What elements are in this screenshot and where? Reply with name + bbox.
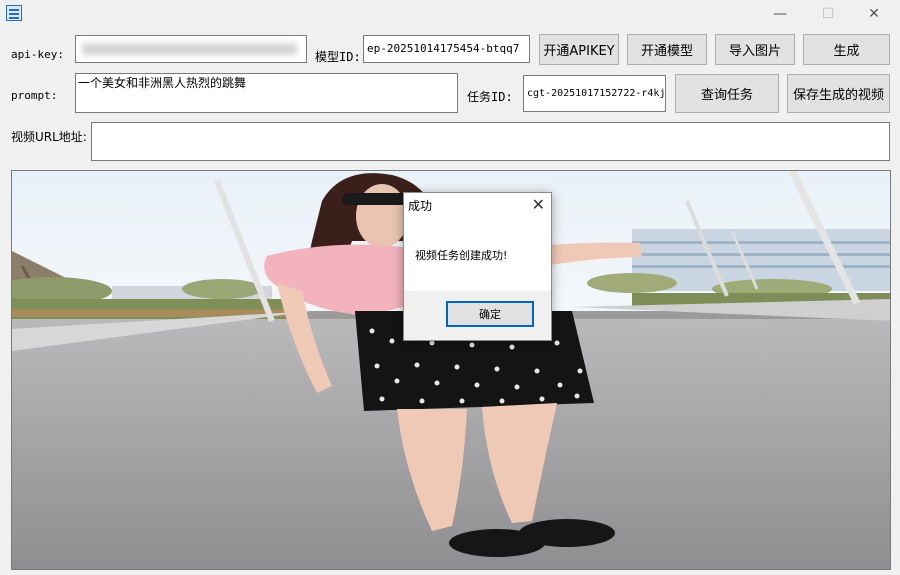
title-bar: — ☐ ✕ [0,0,900,28]
open-model-button[interactable]: 开通模型 [627,34,707,65]
prompt-label: prompt: [11,89,58,102]
model-id-label: 模型ID: [315,50,361,64]
open-apikey-button[interactable]: 开通APIKEY [539,34,619,65]
app-icon [6,5,22,21]
dialog-title: 成功 [408,199,433,213]
dialog-message: 视频任务创建成功! [415,249,508,262]
dialog-ok-button[interactable]: 确定 [446,301,534,327]
api-key-field[interactable] [75,35,307,63]
api-key-redaction [82,43,297,55]
save-video-button[interactable]: 保存生成的视频 [787,74,890,113]
close-button[interactable]: ✕ [851,0,897,28]
task-id-label: 任务ID: [467,90,513,104]
success-dialog: 成功 ✕ 视频任务创建成功! 确定 [403,192,552,341]
generate-button[interactable]: 生成 [803,34,890,65]
model-id-field[interactable]: ep-20251014175454-btqq7 [363,35,530,63]
dialog-close-icon[interactable]: ✕ [532,195,545,214]
video-url-field[interactable] [91,122,890,161]
task-id-field[interactable]: cgt-20251017152722-r4kj [523,75,666,112]
dialog-footer: 确定 [404,291,551,340]
import-image-button[interactable]: 导入图片 [715,34,795,65]
prompt-input[interactable]: 一个美女和非洲黑人热烈的跳舞 [75,73,458,113]
query-task-button[interactable]: 查询任务 [675,74,779,113]
api-key-label: api-key: [11,48,64,61]
maximize-button[interactable]: ☐ [805,0,851,28]
video-url-label: 视频URL地址: [11,130,87,144]
dialog-title-bar: 成功 ✕ [404,193,551,217]
minimize-button[interactable]: — [757,0,803,28]
